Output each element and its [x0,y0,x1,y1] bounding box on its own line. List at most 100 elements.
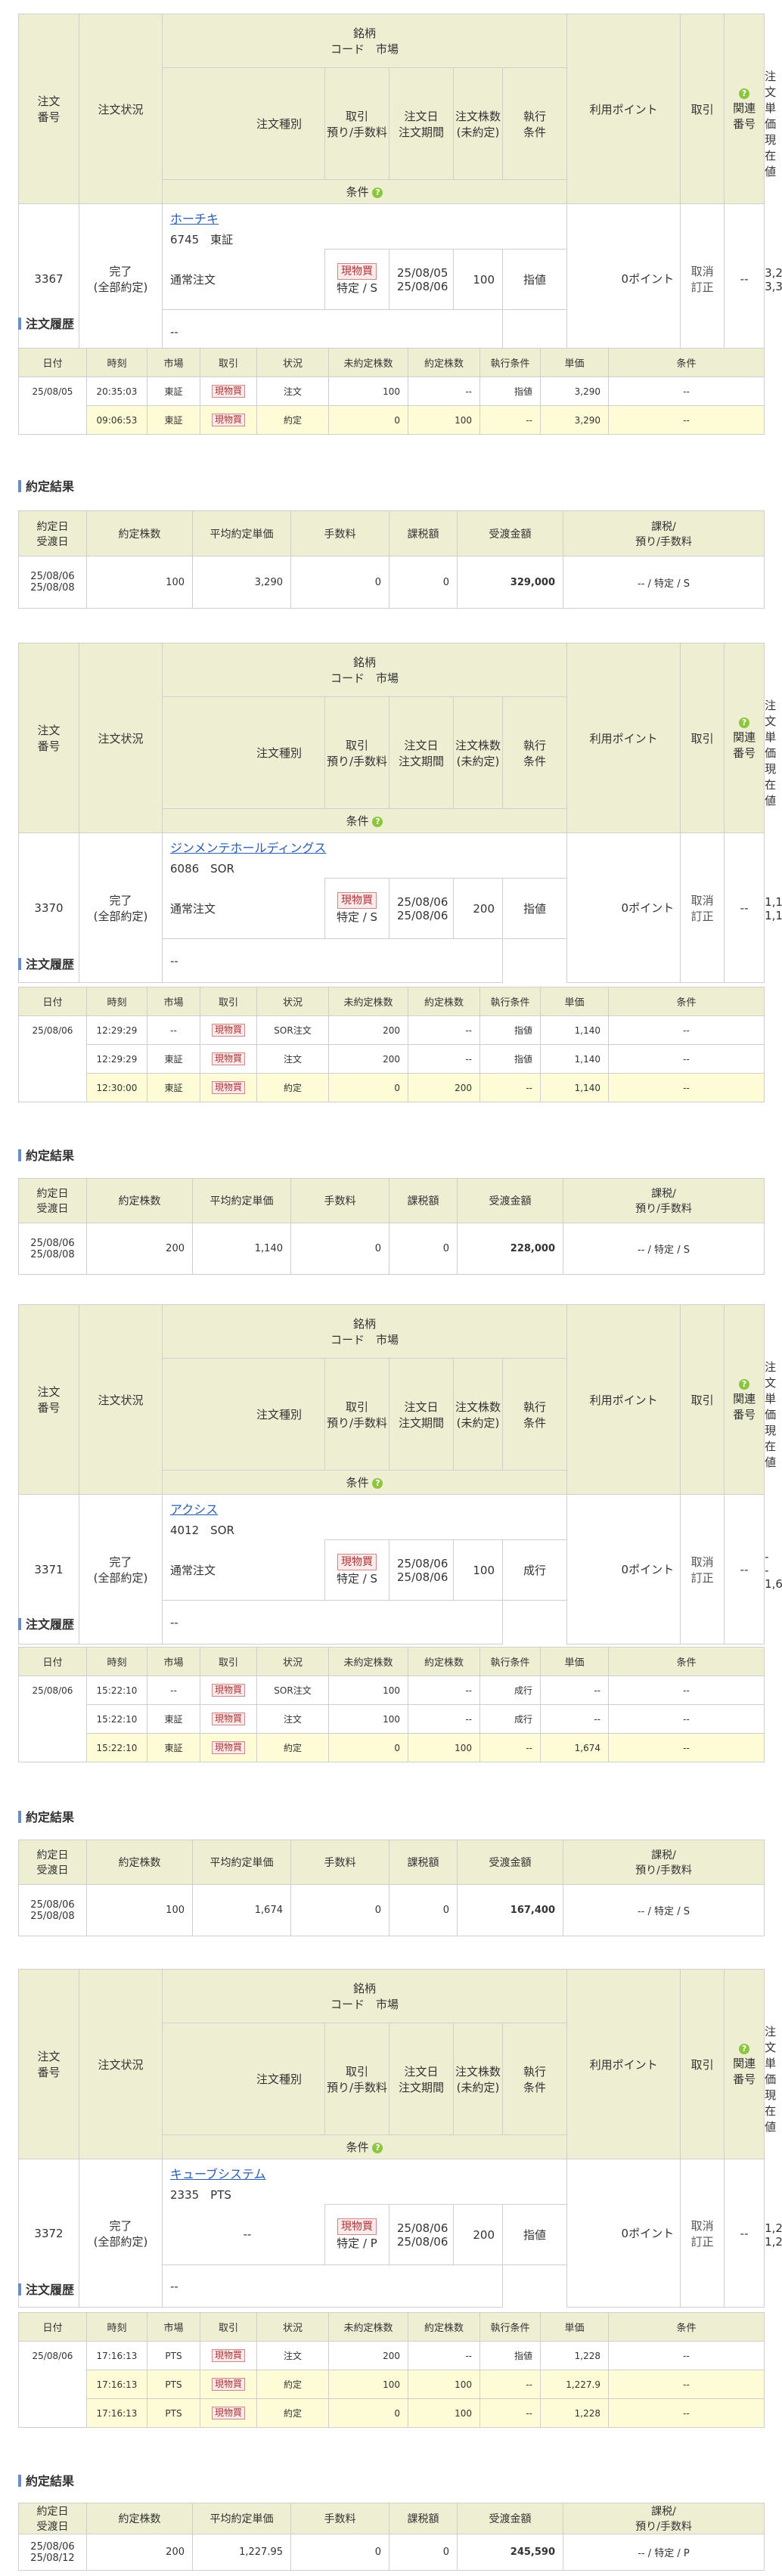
history-row: 17:16:13 PTS 現物買 約定 100 100 -- 1,227.9 -… [19,2370,765,2399]
history-market: 東証 [164,1083,183,1093]
history-time: 12:30:00 [96,1082,138,1093]
result-fee: 0 [374,1905,381,1916]
revise-link[interactable]: 訂正 [691,2235,714,2249]
related-label-2: 番号 [733,1408,756,1421]
order-history-table: 日付 時刻 市場 取引 状況 未約定株数 約定株数 執行条件 単価 条件 25/08/06 17:… [18,2312,765,2428]
history-col-header: 市場 [163,1657,184,1669]
order-price: 1,228 [765,2221,782,2235]
order-status: 完了 [109,264,132,278]
trade-fee-label-2: 預り/手数料 [326,754,388,768]
history-col-header: 条件 [676,2323,697,2334]
cancel-link[interactable]: 取消 [691,265,714,278]
history-col-header: 条件 [676,997,697,1009]
history-row: 25/08/06 12:29:29 -- 現物買 SOR注文 200 -- 指値… [18,1015,765,1102]
result-col-header: 受渡日 [36,1865,69,1877]
result-col-header: 約定日 [36,1849,69,1861]
stock-name-link[interactable]: アクシス [170,1502,218,1517]
cond-label: 条件 [523,125,547,139]
history-title: 注文履歴 [26,957,75,972]
stock-name-link[interactable]: キューブシステム [170,2167,266,2181]
history-col-header: 時刻 [107,1657,127,1669]
price-label: 注文単価 [765,2025,777,2086]
order-date: 25/08/05 [397,265,448,280]
unfilled-label: (未約定) [456,1415,500,1430]
result-tax: 0 [442,1905,449,1916]
execution-result-table: 約定日 受渡日 約定株数 平均約定単価 手数料 課税額 受渡金額 課税/預り/手数… [18,1178,765,1275]
stock-name-link[interactable]: ジンメンテホールディングス [170,841,326,855]
history-col-header: 市場 [163,997,184,1009]
result-avg-price: 1,140 [254,1243,283,1254]
related-label-2: 番号 [733,746,756,760]
history-col-header: 条件 [676,358,697,370]
result-qty: 200 [166,1243,185,1254]
related-label: 関連 [733,1392,756,1406]
related-label: 関連 [733,101,756,115]
history-col-header: 単価 [564,2323,585,2334]
order-period: 25/08/06 [397,1570,448,1584]
result-settle-date: 25/08/12 [30,2552,75,2564]
cancel-link[interactable]: 取消 [691,2219,714,2233]
history-price: -- [594,1685,600,1696]
history-col-header: 未約定株数 [343,1657,393,1669]
order-status: 完了 [109,893,132,907]
order-date: 25/08/06 [397,894,448,909]
exec-cond: 指値 [523,2228,547,2242]
history-col-header: 約定株数 [424,997,464,1009]
revise-link[interactable]: 訂正 [691,1571,714,1585]
result-fee: 0 [374,2547,381,2558]
date-label: 注文日 [404,109,439,123]
revise-link[interactable]: 訂正 [691,281,714,294]
history-col-header: 時刻 [107,2323,127,2334]
order-no-label: 注文 [37,1385,61,1399]
order-type: 通常注文 [170,1563,216,1577]
history-exec: -- [526,2407,532,2419]
info-icon: ? [739,717,750,728]
history-row: 15:22:10 東証 現物買 約定 0 100 -- 1,674 -- [19,1733,765,1762]
history-status: SOR注文 [274,1025,312,1036]
result-col-header: 預り/手数料 [635,535,692,548]
history-market: PTS [165,2350,182,2361]
code-market-label: コード 市場 [330,1998,399,2011]
history-row: 25/08/06 15:22:10 -- 現物買 SOR注文 100 -- 成行… [18,1675,765,1762]
history-col-header: 単価 [564,997,585,1009]
result-section-title: 約定結果 [18,2471,74,2489]
unfilled-label: (未約定) [456,754,500,768]
order-type-label: 注文種別 [256,2072,302,2086]
cancel-link[interactable]: 取消 [691,1555,714,1569]
execution-result-table: 約定日 受渡日 約定株数 平均約定単価 手数料 課税額 受渡金額 課税/預り/手数… [18,510,765,609]
result-account: -- / 特定 / S [638,1245,690,1256]
result-section-title: 約定結果 [18,1145,74,1164]
history-unfilled: 0 [394,1082,400,1093]
result-col-header: 課税額 [407,2513,439,2525]
order-price: 3,290 [765,265,782,280]
trade-badge: 現物買 [211,1713,245,1725]
order-status-label: 注文状況 [98,2057,144,2072]
account-type: 特定 / S [336,910,378,924]
history-market: 東証 [164,386,183,397]
history-market: 東証 [164,1743,183,1753]
history-time: 12:29:29 [96,1025,138,1036]
order-no-label-2: 番号 [37,2066,61,2079]
stock-name-link[interactable]: ホーチキ [170,212,219,226]
history-price: -- [594,1713,600,1725]
history-col-header: 単価 [564,358,585,370]
price-label: 注文単価 [765,1360,777,1421]
history-col-header: 日付 [42,1657,63,1669]
history-market: 東証 [164,415,183,426]
cancel-link[interactable]: 取消 [691,894,714,907]
history-status: 注文 [283,386,302,397]
condition-value: -- [170,2279,178,2293]
related-label: 関連 [733,730,756,744]
history-cond: -- [683,1025,690,1036]
history-cond: -- [683,2379,690,2390]
result-exec-date: 25/08/06 [30,1899,75,1911]
points-value: 0ポイント [621,901,675,915]
cond-label: 条件 [523,754,547,768]
info-icon: ? [739,2043,750,2054]
exec-cond: 指値 [523,273,547,287]
order-history-table: 日付 時刻 市場 取引 状況 未約定株数 約定株数 執行条件 単価 条件 25/08/05 20:… [18,348,765,435]
order-type-label: 注文種別 [256,746,302,760]
revise-link[interactable]: 訂正 [691,910,714,923]
history-filled: 100 [455,1742,472,1753]
unfilled-label: (未約定) [456,125,500,139]
